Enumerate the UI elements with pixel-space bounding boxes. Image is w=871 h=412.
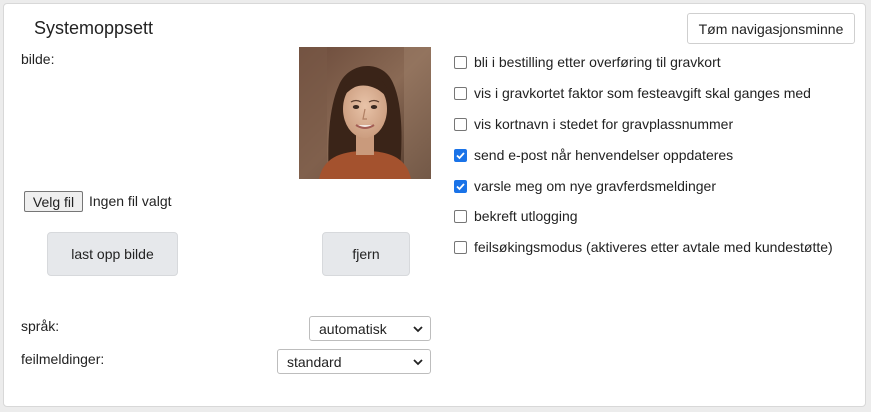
option-label: vis kortnavn i stedet for gravplassnumme… [474, 116, 734, 132]
language-select[interactable]: automatisk [309, 316, 431, 341]
option-stay-in-order[interactable]: bli i bestilling etter overføring til gr… [454, 52, 721, 72]
option-label: varsle meg om nye gravferdsmeldinger [474, 178, 716, 194]
option-label: bli i bestilling etter overføring til gr… [474, 54, 721, 70]
upload-image-button[interactable]: last opp bilde [47, 232, 178, 276]
clear-navigation-memory-button[interactable]: Tøm navigasjonsminne [687, 13, 855, 44]
option-label: feilsøkingsmodus (aktiveres etter avtale… [474, 239, 833, 255]
choose-file-button[interactable]: Velg fil [24, 191, 83, 212]
option-show-fee-factor[interactable]: vis i gravkortet faktor som festeavgift … [454, 83, 811, 103]
option-label: bekreft utlogging [474, 208, 578, 224]
checkbox[interactable] [454, 86, 467, 100]
chevron-down-icon [413, 359, 423, 366]
checkmark-icon [456, 151, 465, 159]
checkbox[interactable] [454, 55, 467, 69]
option-confirm-logout[interactable]: bekreft utlogging [454, 206, 578, 226]
image-label: bilde: [21, 51, 55, 67]
option-notify-funeral[interactable]: varsle meg om nye gravferdsmeldinger [454, 176, 716, 196]
checkbox[interactable] [454, 209, 467, 223]
error-messages-select-value: standard [287, 353, 342, 370]
option-send-email[interactable]: send e-post når henvendelser oppdateres [454, 145, 733, 165]
error-messages-select[interactable]: standard [277, 349, 431, 374]
settings-panel: Systemoppsett Tøm navigasjonsminne bilde… [3, 3, 866, 407]
checkbox-checked[interactable] [454, 179, 467, 193]
chevron-down-icon [413, 326, 423, 333]
option-show-short-name[interactable]: vis kortnavn i stedet for gravplassnumme… [454, 114, 733, 134]
checkmark-icon [456, 182, 465, 190]
profile-photo [299, 47, 431, 179]
checkbox[interactable] [454, 117, 467, 131]
option-label: send e-post når henvendelser oppdateres [474, 147, 734, 163]
option-label: vis i gravkortet faktor som festeavgift … [474, 85, 811, 101]
checkbox[interactable] [454, 240, 467, 254]
language-label: språk: [21, 318, 60, 334]
page-title: Systemoppsett [34, 18, 154, 38]
language-select-value: automatisk [319, 320, 387, 337]
remove-image-button[interactable]: fjern [322, 232, 410, 276]
error-messages-label: feilmeldinger: [21, 351, 105, 367]
checkbox-checked[interactable] [454, 148, 467, 162]
option-debug-mode[interactable]: feilsøkingsmodus (aktiveres etter avtale… [454, 237, 833, 257]
file-status-text: Ingen fil valgt [89, 193, 172, 209]
